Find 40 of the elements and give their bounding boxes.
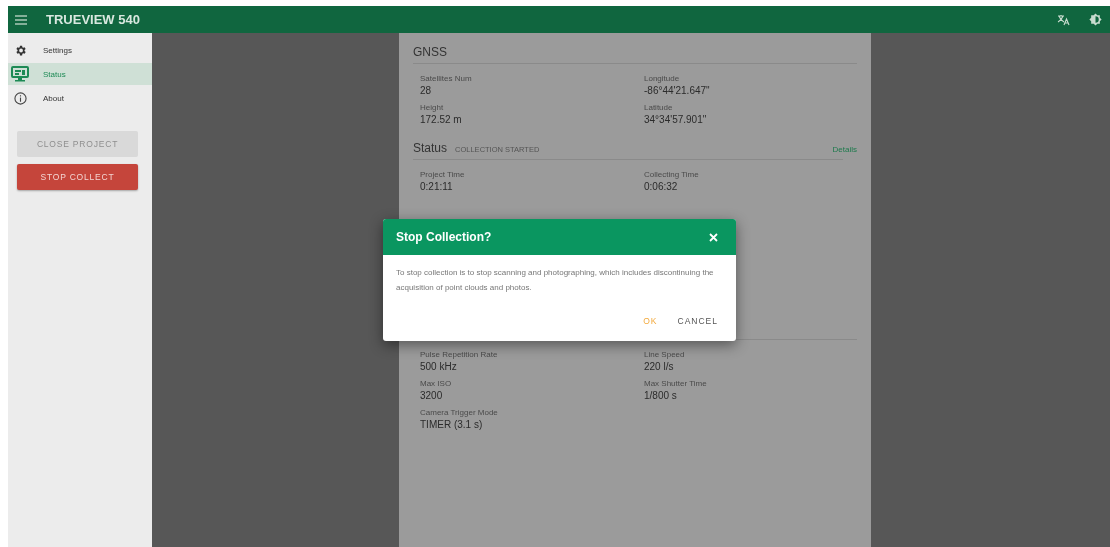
field-label: Max ISO	[420, 379, 453, 388]
field-label: Longitude	[644, 74, 681, 83]
monitor-icon	[11, 66, 29, 82]
field-value: -86°44'21.647"	[644, 85, 711, 96]
field-value: 0:06:32	[644, 181, 679, 192]
close-icon[interactable]	[709, 232, 718, 242]
field-label: Pulse Repetition Rate	[420, 350, 499, 359]
nav-item[interactable]: About	[8, 87, 152, 109]
field-value: 28	[420, 85, 433, 96]
field-label: Height	[420, 103, 445, 112]
brightness-icon[interactable]	[1089, 13, 1102, 26]
cancel-button[interactable]: CANCEL	[671, 311, 724, 331]
section-title: GNSS	[413, 45, 447, 59]
field-label: Camera Trigger Mode	[420, 408, 499, 417]
field-label: Line Speed	[644, 350, 686, 359]
field-value: 172.52 m	[420, 114, 463, 125]
dialog-title: Stop Collection?	[396, 230, 492, 244]
field-label: Project Time	[420, 170, 466, 179]
nav-item[interactable]: Status	[8, 63, 152, 85]
field-value: 500 kHz	[420, 361, 458, 372]
field-label: Latitude	[644, 103, 674, 112]
menu-icon[interactable]	[15, 14, 27, 25]
field-label: Collecting Time	[644, 170, 700, 179]
app-title: TRUEVIEW 540	[46, 12, 141, 27]
dialog-message: To stop collection is to stop scanning and photographing, which includes discontinuing the acquisition of point clouds and photos.	[395, 267, 715, 294]
field-value: 3200	[420, 390, 444, 401]
details-link[interactable]: Details	[832, 145, 857, 154]
translate-icon[interactable]	[1057, 13, 1070, 26]
field-value: 0:21:11	[420, 181, 454, 192]
field-value: TIMER (3.1 s)	[420, 419, 484, 430]
ok-button[interactable]: OK	[637, 311, 664, 331]
nav-item[interactable]: Settings	[8, 39, 152, 61]
field-label: Max Shutter Time	[644, 379, 708, 388]
field-label: Satellites Num	[420, 74, 473, 83]
field-value: 34°34'57.901"	[644, 114, 708, 125]
info-icon	[13, 91, 27, 105]
stop-collect-button[interactable]: STOP COLLECT	[17, 164, 138, 190]
field-value: 220 l/s	[644, 361, 675, 372]
section-title: Status	[413, 141, 448, 155]
field-value: 1/800 s	[644, 390, 678, 401]
